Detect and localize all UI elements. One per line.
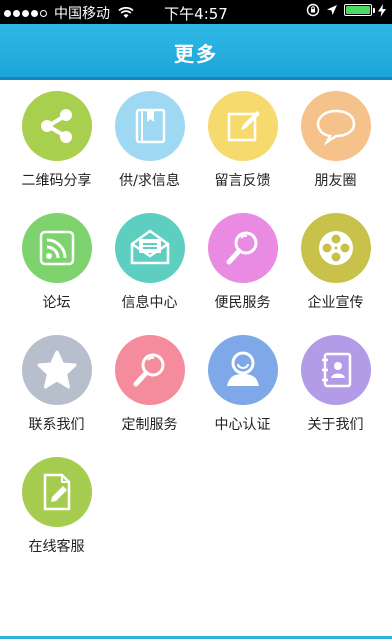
nav-header: 更多 <box>0 24 392 80</box>
menu-item-label: 留言反馈 <box>214 173 271 189</box>
menu-item-moments[interactable]: 朋友圈 <box>289 88 382 210</box>
menu-item-label: 企业宣传 <box>307 295 364 311</box>
menu-item-enterprise-promo[interactable]: 企业宣传 <box>289 210 382 332</box>
menu-item-label: 二维码分享 <box>21 173 92 189</box>
menu-item-convenience-service[interactable]: 便民服务 <box>196 210 289 332</box>
share-icon <box>21 91 92 161</box>
contacts-icon <box>300 335 371 405</box>
menu-item-forum[interactable]: 论坛 <box>10 210 103 332</box>
book-icon <box>114 91 185 161</box>
menu-item-label: 供/求信息 <box>119 173 180 189</box>
menu-grid: 二维码分享 供/求信息 留言反馈 朋友圈 论坛 信息中心 便民服务 企业宣传 联… <box>10 88 382 576</box>
status-bar: 中国移动 下午4:57 <box>0 0 392 24</box>
menu-item-center-certification[interactable]: 中心认证 <box>196 332 289 454</box>
edit-icon <box>207 91 278 161</box>
envelope-icon <box>114 213 185 283</box>
magnifier-icon <box>114 335 185 405</box>
status-right <box>306 3 386 17</box>
charging-icon <box>378 3 386 17</box>
menu-item-label: 中心认证 <box>214 417 271 433</box>
menu-item-message-feedback[interactable]: 留言反馈 <box>196 88 289 210</box>
menu-item-about-us[interactable]: 关于我们 <box>289 332 382 454</box>
document-edit-icon <box>21 457 92 527</box>
user-icon <box>207 335 278 405</box>
search-icon <box>207 213 278 283</box>
location-icon <box>327 5 337 15</box>
menu-item-label: 定制服务 <box>121 417 178 433</box>
menu-item-qrcode-share[interactable]: 二维码分享 <box>10 88 103 210</box>
orientation-lock-icon <box>306 3 320 17</box>
menu-item-label: 便民服务 <box>214 295 271 311</box>
menu-item-info-center[interactable]: 信息中心 <box>103 210 196 332</box>
menu-item-online-service[interactable]: 在线客服 <box>10 454 103 576</box>
menu-item-label: 朋友圈 <box>314 173 357 189</box>
menu-item-label: 关于我们 <box>307 417 364 433</box>
menu-item-label: 信息中心 <box>121 295 178 311</box>
battery-icon <box>344 4 375 16</box>
page-title: 更多 <box>174 42 218 66</box>
menu-item-label: 在线客服 <box>28 539 85 555</box>
film-reel-icon <box>300 213 371 283</box>
menu-item-label: 联系我们 <box>28 417 85 433</box>
chat-bubble-icon <box>300 91 371 161</box>
menu-item-contact-us[interactable]: 联系我们 <box>10 332 103 454</box>
rss-icon <box>21 213 92 283</box>
menu-item-label: 论坛 <box>42 295 71 311</box>
star-icon <box>21 335 92 405</box>
menu-item-supply-demand[interactable]: 供/求信息 <box>103 88 196 210</box>
menu-item-custom-service[interactable]: 定制服务 <box>103 332 196 454</box>
